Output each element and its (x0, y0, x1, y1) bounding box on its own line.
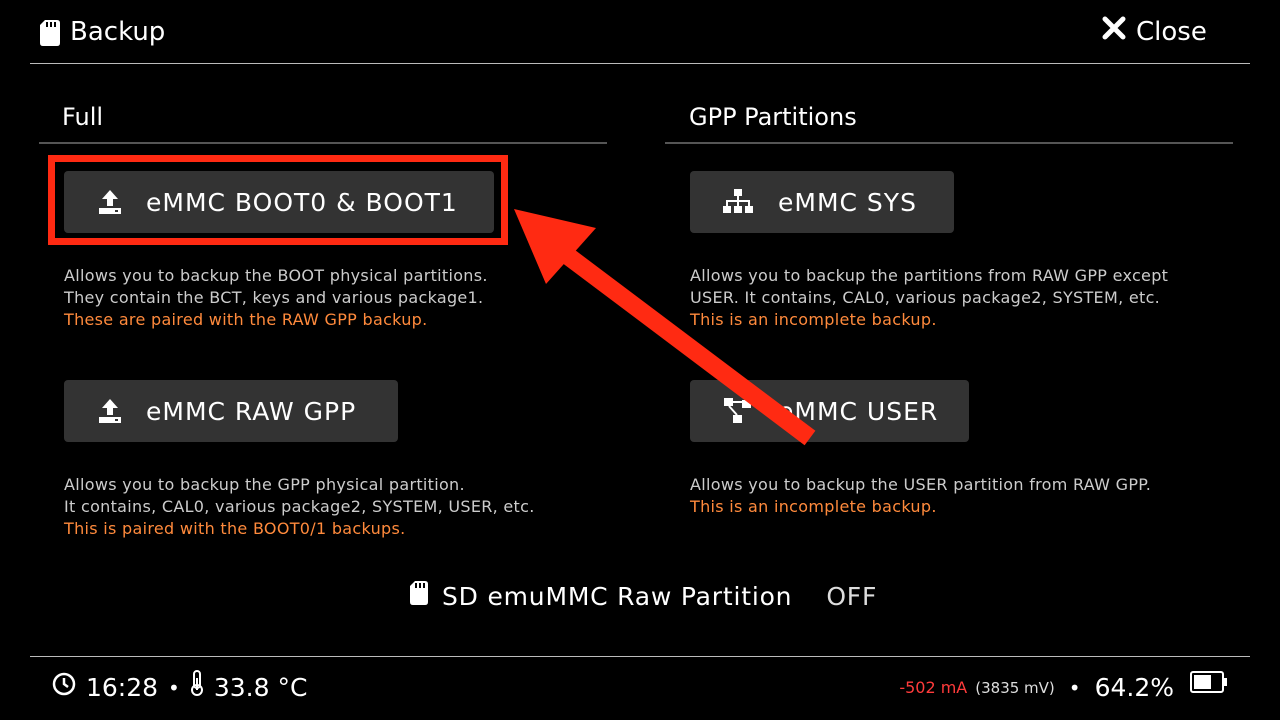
annotation-arrow (514, 209, 816, 446)
